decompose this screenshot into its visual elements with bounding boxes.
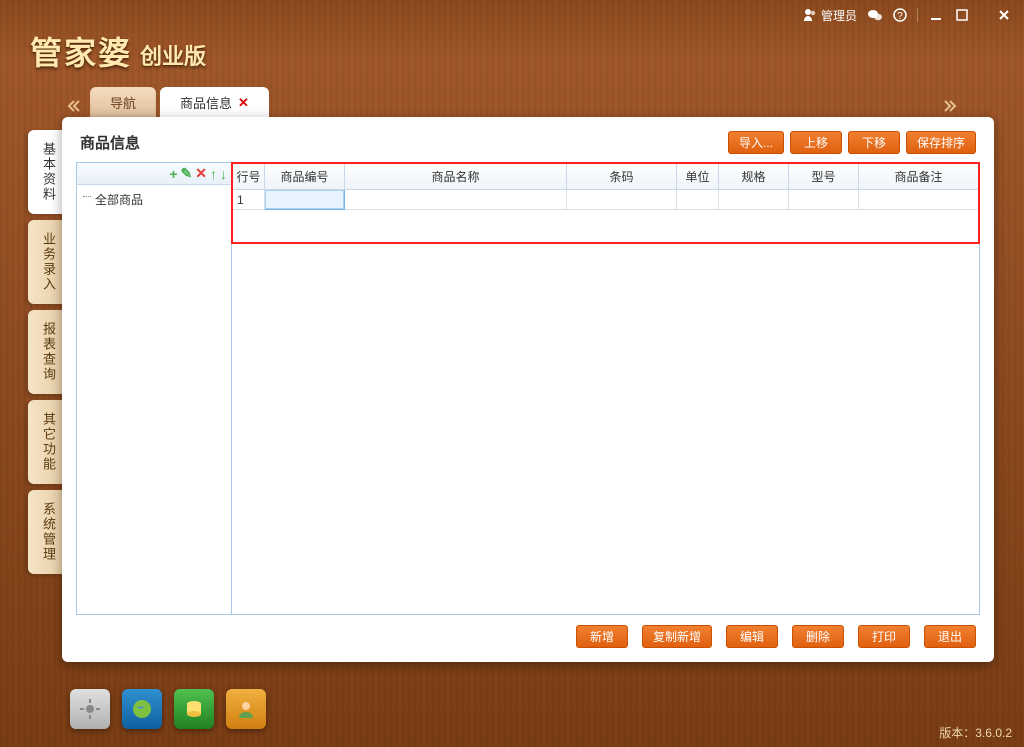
cell-model[interactable]	[789, 190, 859, 210]
maximize-icon	[956, 9, 968, 21]
tree-edit-icon[interactable]: ✎	[181, 165, 193, 182]
maximize-button[interactable]	[954, 8, 970, 22]
grid-panel: 行号 商品编号 商品名称 条码 单位 规格 型号 商品备注 1	[232, 162, 980, 615]
help-button[interactable]: ?	[893, 8, 907, 22]
titlebar: 管理员 ?	[0, 0, 1024, 30]
col-remark[interactable]: 商品备注	[859, 164, 979, 190]
cell-unit[interactable]	[677, 190, 719, 210]
cell-row-num: 1	[233, 190, 265, 210]
main-panel: 商品信息 导入... 上移 下移 保存排序 + ✎ ✕ ↑ ↓ 全部商品	[62, 117, 994, 662]
person-icon	[234, 697, 258, 721]
database-icon	[182, 697, 206, 721]
tab-label: 导航	[110, 93, 136, 112]
content-body: + ✎ ✕ ↑ ↓ 全部商品 行号 商品编号	[76, 162, 980, 615]
tree-add-icon[interactable]: +	[169, 166, 177, 182]
chevrons-left-icon	[67, 99, 81, 113]
tree-down-icon[interactable]: ↓	[220, 166, 227, 182]
tree-toolbar: + ✎ ✕ ↑ ↓	[77, 163, 231, 185]
tree-delete-icon[interactable]: ✕	[195, 165, 207, 182]
user-label: 管理员	[821, 7, 857, 24]
tab-scroll-left[interactable]	[62, 94, 86, 118]
edit-button[interactable]: 编辑	[726, 625, 778, 648]
dock-database[interactable]	[174, 689, 214, 729]
move-up-button[interactable]: 上移	[790, 131, 842, 154]
cell-product-code[interactable]	[265, 190, 345, 210]
save-order-button[interactable]: 保存排序	[906, 131, 976, 154]
tab-label: 商品信息	[180, 93, 232, 112]
product-table: 行号 商品编号 商品名称 条码 单位 规格 型号 商品备注 1	[232, 163, 979, 210]
tree-up-icon[interactable]: ↑	[210, 166, 217, 182]
dock-globe[interactable]	[122, 689, 162, 729]
logo: 管家婆 创业版	[30, 28, 206, 74]
col-model[interactable]: 型号	[789, 164, 859, 190]
chevrons-right-icon	[943, 99, 957, 113]
col-unit[interactable]: 单位	[677, 164, 719, 190]
delete-button[interactable]: 删除	[792, 625, 844, 648]
user-icon	[803, 8, 817, 22]
print-button[interactable]: 打印	[858, 625, 910, 648]
minimize-icon	[930, 9, 942, 21]
user-menu[interactable]: 管理员	[803, 7, 857, 24]
footer-actions: 新增 复制新增 编辑 删除 打印 退出	[76, 615, 980, 648]
col-barcode[interactable]: 条码	[567, 164, 677, 190]
help-icon: ?	[893, 8, 907, 22]
wechat-button[interactable]	[867, 8, 883, 22]
exit-button[interactable]: 退出	[924, 625, 976, 648]
tree-body: 全部商品	[77, 185, 231, 614]
sidenav-business-entry[interactable]: 业务录入	[28, 220, 62, 304]
close-icon	[998, 9, 1010, 21]
dock-settings[interactable]	[70, 689, 110, 729]
table-row[interactable]: 1	[233, 190, 979, 210]
sidenav: 基本资料 业务录入 报表查询 其它功能 系统管理	[28, 130, 62, 574]
page-title: 商品信息	[80, 132, 140, 153]
separator	[917, 8, 918, 22]
close-button[interactable]	[996, 8, 1012, 22]
logo-sub: 创业版	[140, 39, 206, 71]
dock-user[interactable]	[226, 689, 266, 729]
col-row-num[interactable]: 行号	[233, 164, 265, 190]
minimize-button[interactable]	[928, 8, 944, 22]
cell-barcode[interactable]	[567, 190, 677, 210]
tab-navigation[interactable]: 导航	[90, 87, 156, 118]
add-button[interactable]: 新增	[576, 625, 628, 648]
cell-product-name[interactable]	[345, 190, 567, 210]
import-button[interactable]: 导入...	[728, 131, 784, 154]
logo-main: 管家婆	[30, 28, 132, 74]
dock	[70, 689, 266, 729]
col-spec[interactable]: 规格	[719, 164, 789, 190]
tabstrip: 导航 商品信息 ✕	[62, 88, 962, 118]
svg-text:?: ?	[897, 11, 903, 22]
tree-root-node[interactable]: 全部商品	[81, 189, 227, 210]
tree-panel: + ✎ ✕ ↑ ↓ 全部商品	[76, 162, 232, 615]
version-label: 版本：3.6.0.2	[939, 724, 1012, 741]
sidenav-basic-data[interactable]: 基本资料	[28, 130, 62, 214]
wechat-icon	[867, 8, 883, 22]
col-product-code[interactable]: 商品编号	[265, 164, 345, 190]
sidenav-other-functions[interactable]: 其它功能	[28, 400, 62, 484]
sidenav-system-manage[interactable]: 系统管理	[28, 490, 62, 574]
gear-icon	[78, 697, 102, 721]
cell-remark[interactable]	[859, 190, 979, 210]
globe-icon	[130, 697, 154, 721]
tab-close-icon[interactable]: ✕	[238, 95, 249, 111]
sidenav-report-query[interactable]: 报表查询	[28, 310, 62, 394]
cell-spec[interactable]	[719, 190, 789, 210]
col-product-name[interactable]: 商品名称	[345, 164, 567, 190]
table-header-row: 行号 商品编号 商品名称 条码 单位 规格 型号 商品备注	[233, 164, 979, 190]
copy-add-button[interactable]: 复制新增	[642, 625, 712, 648]
content-header: 商品信息 导入... 上移 下移 保存排序	[76, 131, 980, 162]
tab-product-info[interactable]: 商品信息 ✕	[160, 87, 269, 118]
tab-scroll-right[interactable]	[938, 94, 962, 118]
move-down-button[interactable]: 下移	[848, 131, 900, 154]
